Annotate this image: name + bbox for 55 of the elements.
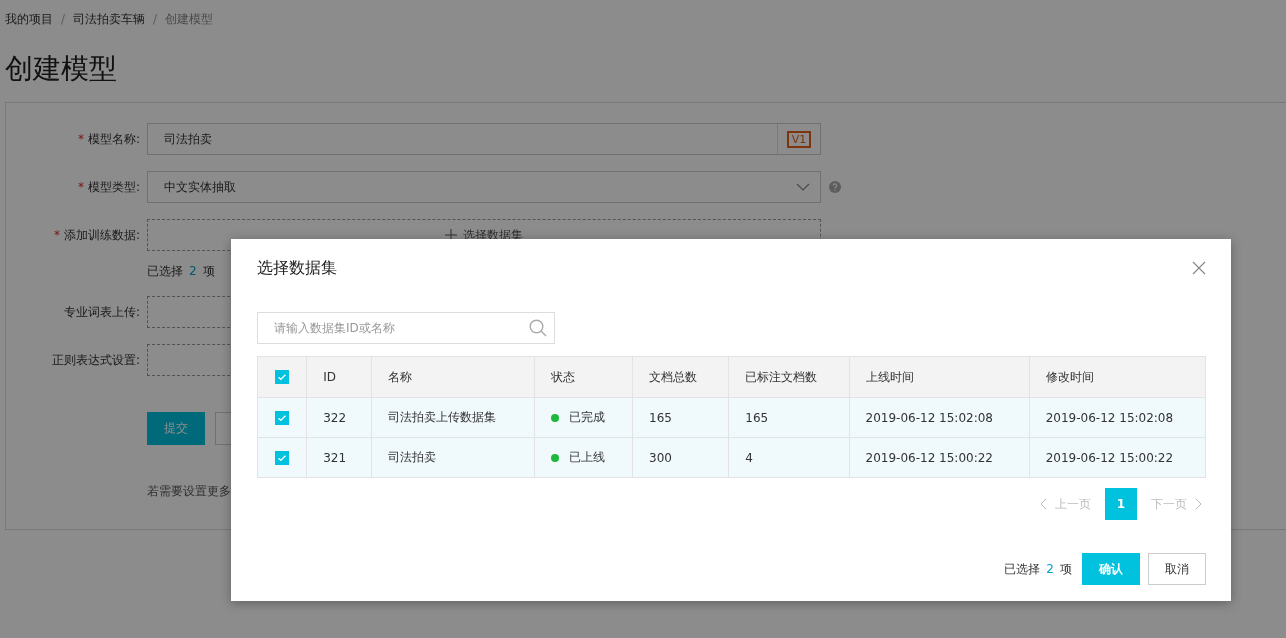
search-field[interactable]: 请输入数据集ID或名称 <box>257 312 555 344</box>
table-cell: 300 <box>632 437 729 478</box>
breadcrumb-item[interactable]: 我的项目 <box>5 10 53 28</box>
table-cell: 322 <box>306 397 372 438</box>
close-icon[interactable] <box>1192 261 1206 275</box>
search-icon[interactable] <box>529 319 547 337</box>
checkbox[interactable] <box>275 370 290 385</box>
hint-text: 若需要设置更多 <box>147 483 232 500</box>
table-cell: 321 <box>306 437 372 478</box>
column-header: 上线时间 <box>849 356 1030 398</box>
type-select[interactable]: 中文实体抽取 <box>147 171 821 203</box>
breadcrumb-item: 创建模型 <box>165 10 214 28</box>
checkmark-icon <box>278 374 287 381</box>
field-label: * 模型名称: <box>76 130 141 148</box>
page-title: 创建模型 <box>5 51 118 87</box>
version-badge: V1 <box>786 130 812 148</box>
table-cell: 165 <box>632 397 729 438</box>
column-header: 文档总数 <box>632 356 729 398</box>
chevron-right-icon <box>1195 498 1202 510</box>
table-cell: 165 <box>728 397 850 438</box>
field-label: 专业词表上传: <box>62 303 141 321</box>
column-header: 状态 <box>534 356 633 398</box>
column-header: 修改时间 <box>1029 356 1206 398</box>
table-cell: 2019-06-12 15:00:22 <box>849 437 1030 478</box>
field-label: 正则表达式设置: <box>50 351 141 369</box>
checkbox[interactable] <box>275 450 290 465</box>
chevron-down-icon <box>796 183 810 191</box>
column-header: 名称 <box>371 356 535 398</box>
column-header: ID <box>306 356 372 398</box>
field-label: * 添加训练数据: <box>52 226 141 244</box>
help-icon[interactable] <box>829 181 841 193</box>
selected-count-text: 已选择 2 项 <box>147 264 215 278</box>
chevron-left-icon <box>1040 498 1047 510</box>
table-cell: 2019-06-12 15:00:22 <box>1029 437 1206 478</box>
field-label: * 模型类型: <box>76 178 141 196</box>
confirm-button[interactable]: 确认 <box>1082 553 1140 585</box>
page-button[interactable]: 1 <box>1105 488 1137 520</box>
status-text: 已完成 <box>568 409 605 426</box>
breadcrumb-separator: / <box>61 12 66 26</box>
table-cell: 2019-06-12 15:02:08 <box>849 397 1030 438</box>
selected-count-text: 已选择 2 项 <box>1004 560 1072 578</box>
column-header: 已标注文档数 <box>728 356 850 398</box>
table-cell: 4 <box>728 437 850 478</box>
name-field[interactable]: 司法拍卖 V1 <box>147 123 821 155</box>
checkmark-icon <box>278 454 287 462</box>
table-cell: 司法拍卖上传数据集 <box>371 397 535 438</box>
breadcrumb-separator: / <box>153 12 158 26</box>
checkbox[interactable] <box>275 410 290 425</box>
dialog-title: 选择数据集 <box>257 257 337 279</box>
table-cell: 2019-06-12 15:02:08 <box>1029 397 1206 438</box>
table-cell: 司法拍卖 <box>371 437 535 478</box>
checkmark-icon <box>278 414 287 422</box>
cancel-button[interactable]: 取消 <box>1148 553 1206 585</box>
breadcrumb-item[interactable]: 司法拍卖车辆 <box>73 10 146 28</box>
status-text: 已上线 <box>568 449 605 466</box>
